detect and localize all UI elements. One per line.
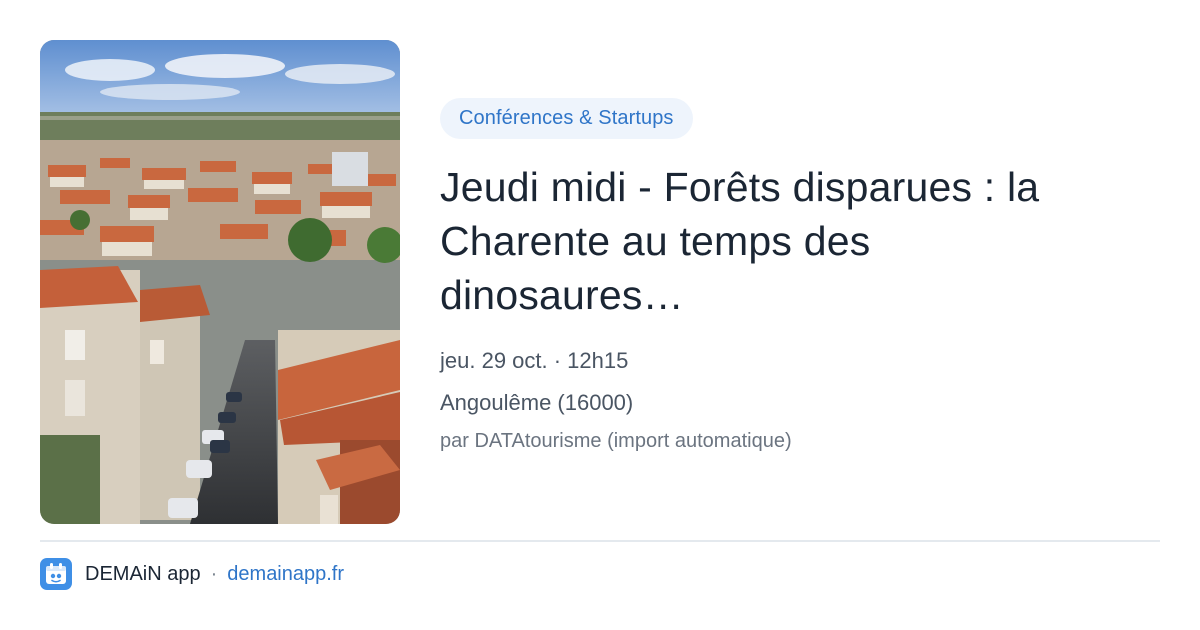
event-details: Conférences & Startups Jeudi midi - Forê… bbox=[440, 98, 1160, 453]
event-photo bbox=[40, 40, 400, 524]
footer-divider bbox=[40, 540, 1160, 542]
event-date: jeu. 29 oct. · 12h15 bbox=[440, 348, 629, 373]
event-location: Angoulême (16000) bbox=[440, 390, 634, 415]
app-footer: DEMAiN app · demainapp.fr bbox=[40, 558, 344, 590]
category-tag[interactable]: Conférences & Startups bbox=[440, 98, 693, 139]
footer-separator: · bbox=[210, 562, 218, 585]
app-name: DEMAiN app bbox=[85, 562, 201, 585]
event-title[interactable]: Jeudi midi - Forêts disparues : la Chare… bbox=[440, 160, 1120, 322]
demain-app-icon bbox=[40, 558, 72, 590]
event-share-card[interactable]: Conférences & Startups Jeudi midi - Forê… bbox=[0, 0, 1200, 630]
app-domain-link[interactable]: demainapp.fr bbox=[227, 563, 344, 586]
event-source: par DATAtourisme (import automatique) bbox=[440, 430, 792, 452]
event-title-line: Charente au temps des bbox=[440, 218, 871, 264]
event-title-line: Jeudi midi - Forêts disparues : la bbox=[440, 164, 1040, 210]
event-title-line: dinosaures… bbox=[440, 272, 684, 318]
